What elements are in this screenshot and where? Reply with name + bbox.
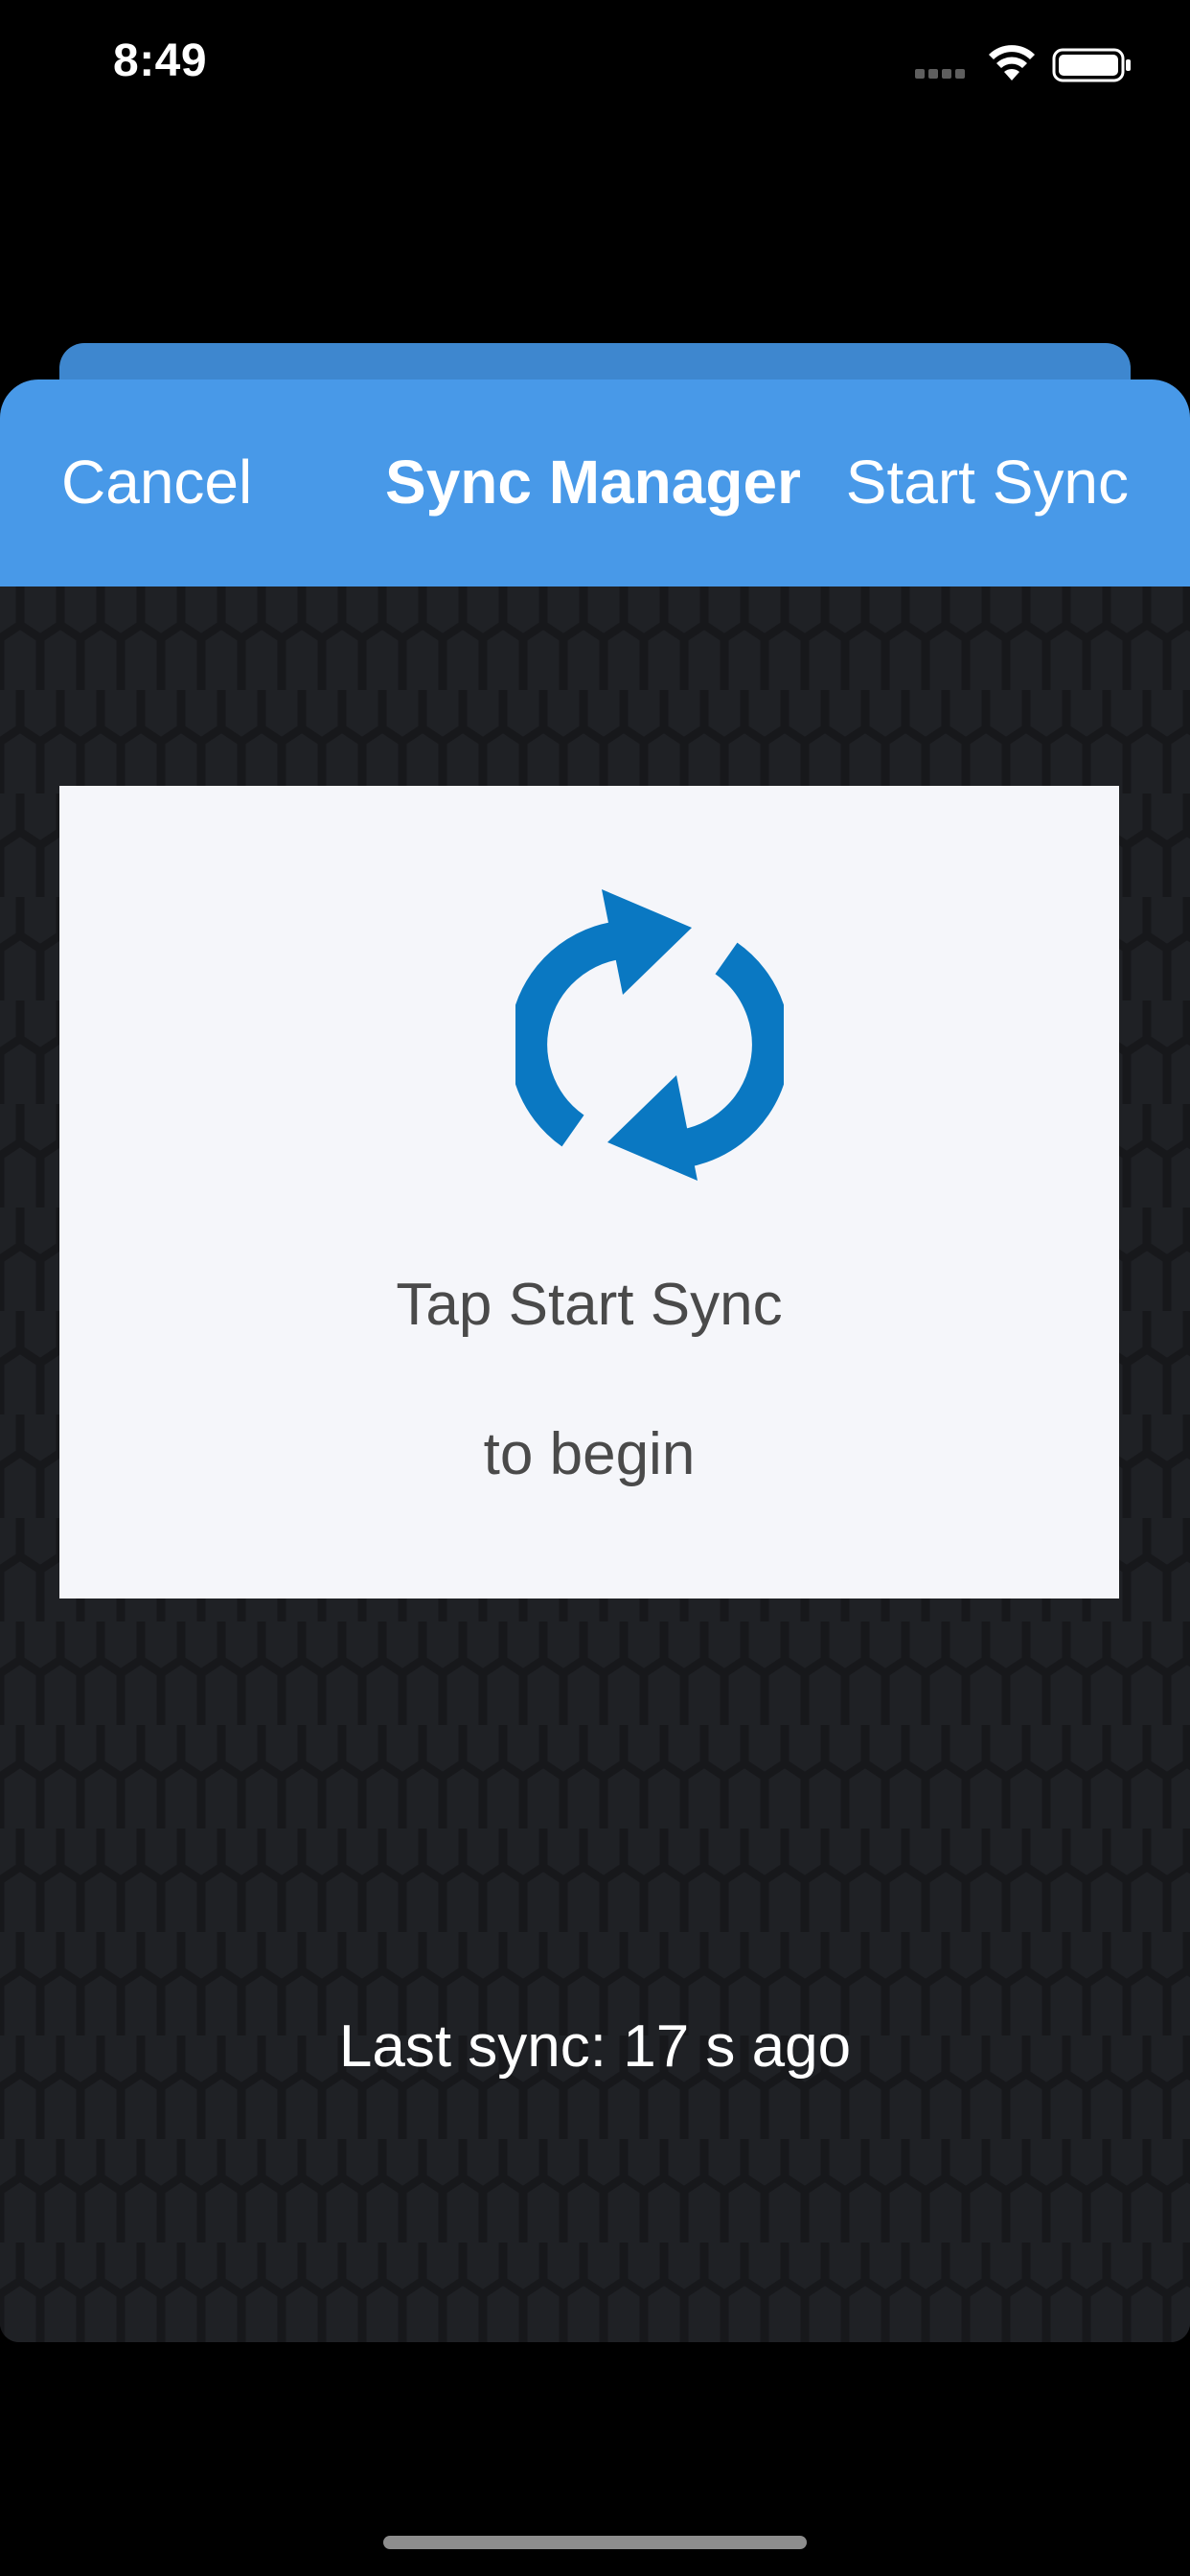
home-indicator[interactable] [383,2536,807,2549]
page-title: Sync Manager [385,448,801,517]
sync-info-card: Tap Start Sync to begin [59,786,1119,1598]
status-bar: 8:49 [0,0,1190,126]
cellular-signal-icon [915,69,965,79]
sync-arrows-icon [515,889,784,1181]
navigation-bar: Cancel Sync Manager Start Sync [0,380,1190,586]
sync-manager-sheet: Cancel Sync Manager Start Sync Tap Start… [0,380,1190,2342]
instruction-line-1: Tap Start Sync [396,1272,783,1338]
instruction-line-2: to begin [483,1421,696,1487]
battery-icon [1052,48,1131,82]
status-time: 8:49 [113,35,208,86]
start-sync-button[interactable]: Start Sync [846,447,1129,518]
last-sync-status: Last sync: 17 s ago [338,2013,852,2080]
cancel-button[interactable]: Cancel [61,447,252,518]
wifi-icon [989,45,1035,80]
